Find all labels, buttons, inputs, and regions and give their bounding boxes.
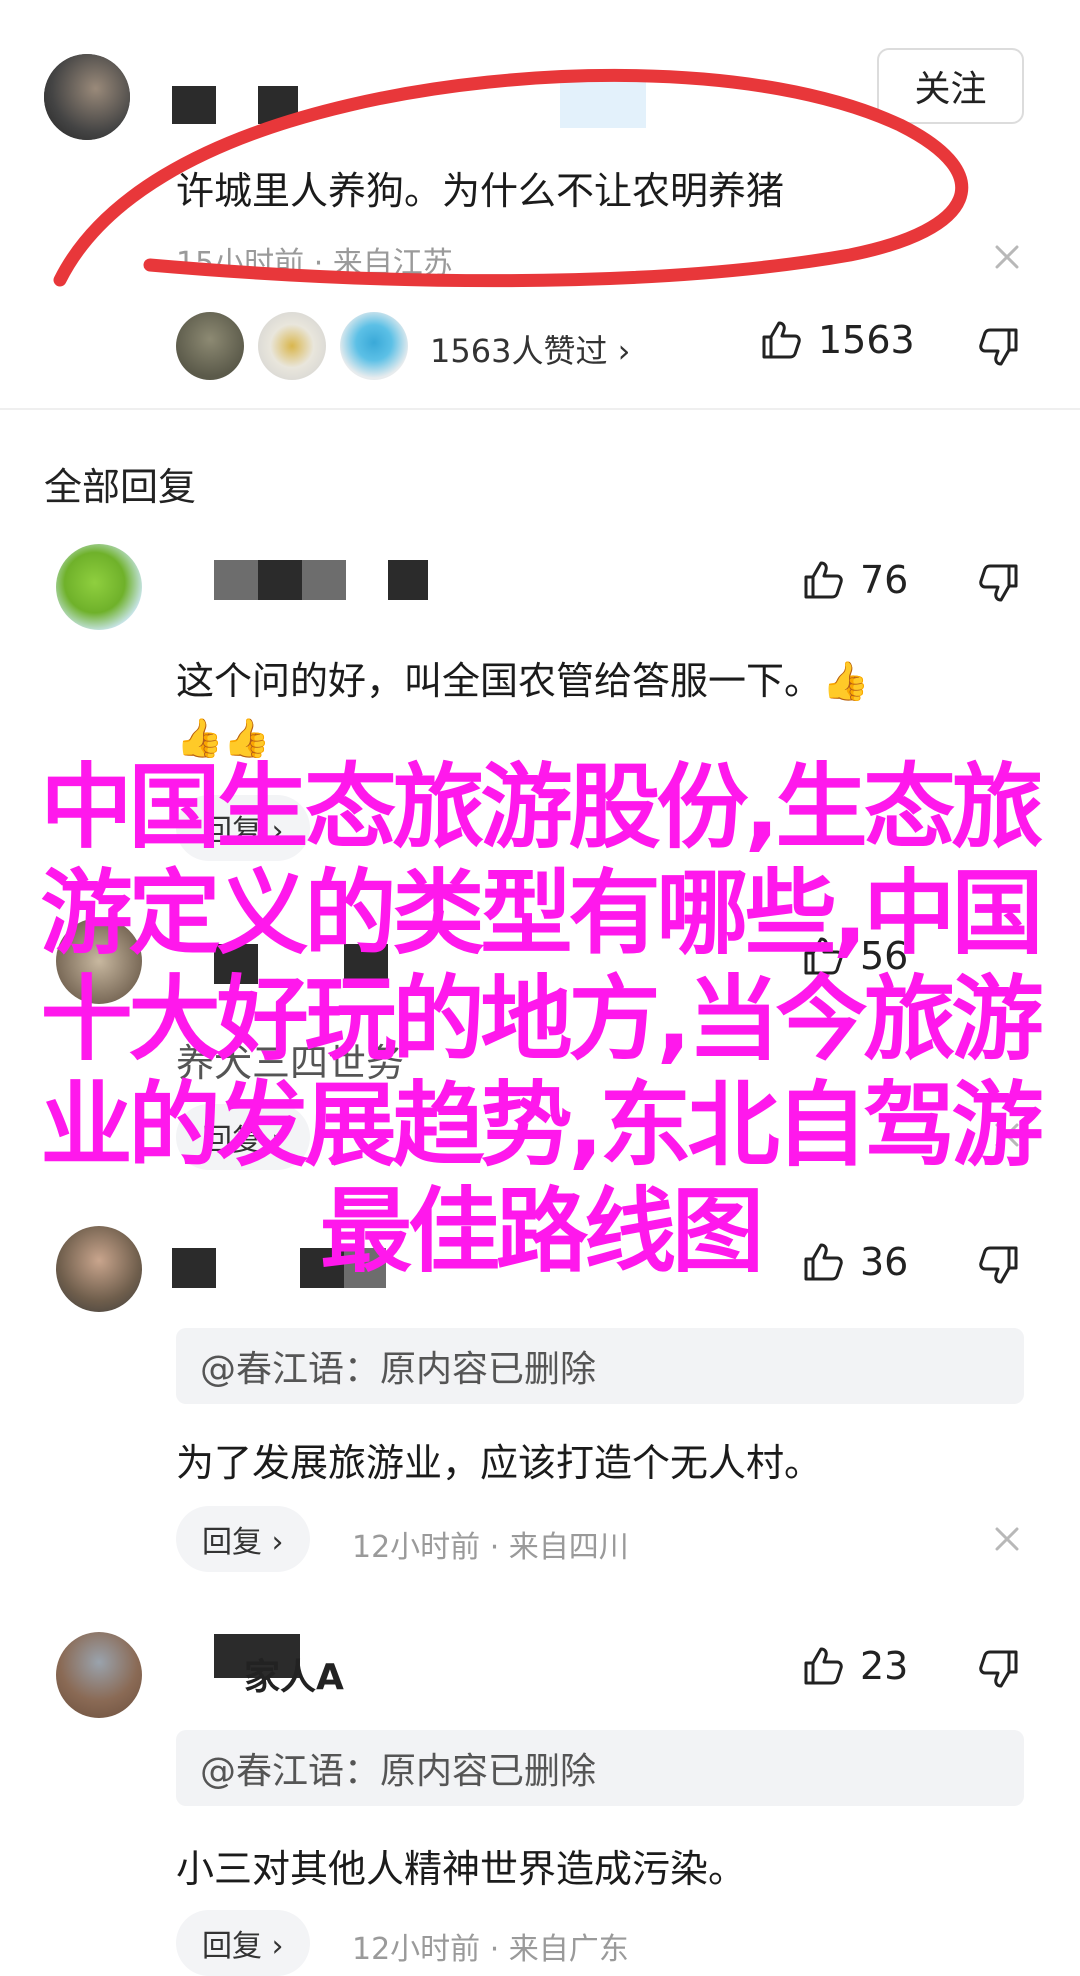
reply-text: 这个问的好，叫全国农管给答服一下。👍 [176, 659, 870, 703]
annotation-circle [53, 68, 968, 288]
like-button[interactable]: 76 [802, 558, 908, 602]
reply-meta: 12小时前 · 来自四川 [352, 1530, 629, 1565]
quoted-reply[interactable]: @春江语：原内容已删除 [176, 1730, 1024, 1806]
reply-button[interactable]: 回复 › [176, 1506, 310, 1572]
thumbs-up-icon [762, 321, 801, 359]
section-title: 全部回复 [44, 465, 197, 509]
thumbs-up-icon [804, 561, 843, 599]
reply-username[interactable]: 家人A [244, 1648, 344, 1700]
reply-button[interactable]: 回复 › [176, 1910, 310, 1976]
liker-avatar[interactable] [176, 312, 244, 380]
likers-link[interactable]: 1563人赞过 › [430, 326, 630, 372]
username-redaction [388, 560, 428, 600]
reply-text: 小三对其他人精神世界造成污染。 [176, 1847, 747, 1891]
liker-avatar[interactable] [340, 312, 408, 380]
username-redaction [214, 560, 258, 600]
reply-avatar[interactable] [56, 544, 142, 630]
liker-avatar[interactable] [258, 312, 326, 380]
username-redaction [302, 560, 346, 600]
like-button[interactable]: 1563 [760, 318, 915, 362]
reply-text: 为了发展旅游业，应该打造个无人村。 [176, 1441, 823, 1485]
close-icon[interactable] [992, 1524, 1022, 1554]
like-count: 23 [860, 1644, 909, 1688]
overlay-headline: 中国生态旅游股份,生态旅游定义的类型有哪些,中国十大好玩的地方,当今旅游业的发展… [40, 754, 1044, 1285]
thumbs-down-icon[interactable] [978, 326, 1020, 368]
reply-avatar[interactable] [56, 1632, 142, 1718]
like-count: 76 [860, 558, 909, 602]
username-redaction [258, 560, 302, 600]
like-button[interactable]: 23 [802, 1644, 908, 1688]
thumbs-down-icon[interactable] [978, 1648, 1020, 1690]
thumbs-down-icon[interactable] [978, 562, 1020, 604]
like-count: 1563 [818, 318, 915, 362]
thumbs-up-icon [804, 1647, 843, 1685]
quoted-reply[interactable]: @春江语：原内容已删除 [176, 1328, 1024, 1404]
section-divider [0, 408, 1080, 410]
reply-meta: 12小时前 · 来自广东 [352, 1932, 629, 1967]
